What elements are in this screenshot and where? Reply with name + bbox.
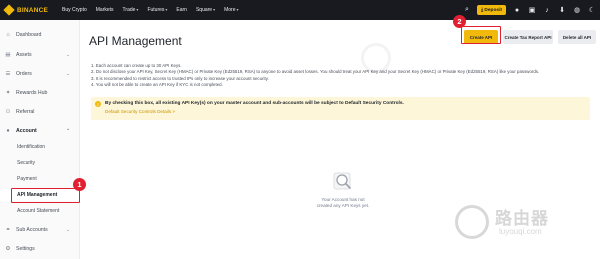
notification-icon[interactable]: ♪ [543,7,551,14]
orders-icon: ☰ [5,71,11,77]
chevron-up-icon: ⌃ [66,128,70,133]
step-1-callout: 1 [73,178,86,191]
create-tax-report-api-button[interactable]: Create Tax Report API [503,30,553,44]
gift-icon: ✦ [5,90,11,96]
rule-item: 4. You will not be able to create an API… [91,81,223,87]
default-security-controls-link[interactable]: Default Security Controls Details > [105,109,175,114]
rule-item: 2. Do not disclose your API Key, Secret … [91,69,540,75]
wallet-icon: ▤ [5,52,11,58]
chevron-down-icon: ▾ [236,7,239,12]
nav-buy-crypto[interactable]: Buy Crypto [62,7,87,13]
referral-icon: ⚇ [5,109,11,115]
search-icon[interactable]: ⌕ [463,6,471,14]
chevron-down-icon: ▾ [136,7,139,12]
sidebar-item-rewards-hub[interactable]: ✦ Rewards Hub [0,87,80,99]
empty-state: Your Account has not created any API Key… [303,170,383,209]
warning-icon: ! [95,101,101,107]
brand-name: BINANCE [17,6,49,14]
sidebar-item-orders[interactable]: ☰ Orders ⌄ [0,68,80,80]
api-management-highlight [11,188,80,203]
create-api-highlight [461,26,501,44]
deposit-button[interactable]: ⤓ Deposit [476,5,506,15]
api-rules-list: 1. Each account can create up to 30 API … [91,63,591,88]
default-security-notice: ! By checking this box, all existing API… [91,97,590,120]
sidebar-item-referral[interactable]: ⚇ Referral [0,106,80,118]
page-title: API Management [89,34,182,48]
sidebar-item-account-statement[interactable]: Account Statement [0,205,80,217]
nav-trade[interactable]: Trade▾ [123,7,139,13]
binance-logo-icon [3,4,15,16]
chevron-down-icon: ⌄ [66,71,70,76]
globe-icon[interactable]: ◍ [573,6,581,14]
sidebar-item-security[interactable]: Security [0,157,80,169]
chevron-down-icon: ▾ [213,7,216,12]
empty-state-line-2: created any API Keys yet. [316,203,370,209]
chevron-down-icon: ⌄ [66,52,70,57]
chevron-down-icon: ▾ [165,7,168,12]
settings-icon: ⚙ [5,246,11,252]
nav-futures[interactable]: Futures▾ [147,7,167,13]
sidebar-item-assets[interactable]: ▤ Assets ⌄ [0,49,80,61]
top-navigation-bar: BINANCE Buy Crypto Markets Trade▾ Future… [0,0,600,20]
user-icon[interactable]: ● [513,7,521,14]
sidebar-item-settings[interactable]: ⚙ Settings [0,243,80,255]
watermark-text: 路由器 [495,209,549,228]
sidebar-item-sub-accounts[interactable]: ⚭ Sub Accounts ⌄ [0,224,80,236]
wallet-icon[interactable]: ▣ [528,6,536,14]
sub-accounts-icon: ⚭ [5,227,11,233]
sidebar-item-dashboard[interactable]: ⌂ Dashboard [0,29,80,41]
nav-more[interactable]: More▾ [224,7,238,13]
main-nav: Buy Crypto Markets Trade▾ Futures▾ Earn … [62,7,248,13]
notice-text: By checking this box, all existing API K… [105,101,404,106]
chevron-down-icon: ⌄ [66,227,70,232]
theme-icon[interactable]: ☾ [588,6,596,14]
step-2-callout: 2 [453,15,466,28]
watermark-subtext: luyouqi.com [499,227,542,236]
watermark-logo-icon [455,205,489,239]
watermark: 路由器 luyouqi.com [453,200,593,246]
sidebar-item-payment[interactable]: Payment [0,173,80,185]
binance-logo[interactable]: BINANCE [3,4,49,16]
magnifier-empty-icon [332,170,354,192]
delete-all-api-button[interactable]: Delete all API [558,30,596,44]
home-icon: ⌂ [6,32,10,38]
nav-square[interactable]: Square▾ [196,7,215,13]
user-icon: ● [6,128,10,134]
sidebar-item-identification[interactable]: Identification [0,141,80,153]
topbar-actions: ⌕ ⤓ Deposit ● ▣ ♪ ⬇ ◍ ☾ [456,0,596,20]
nav-markets[interactable]: Markets [96,7,114,13]
download-icon[interactable]: ⬇ [558,6,566,14]
nav-earn[interactable]: Earn [176,7,187,13]
sidebar-item-account[interactable]: ● Account ⌃ [0,125,80,137]
account-sidebar: ⌂ Dashboard ▤ Assets ⌄ ☰ Orders ⌄ ✦ Rewards … [0,20,80,259]
